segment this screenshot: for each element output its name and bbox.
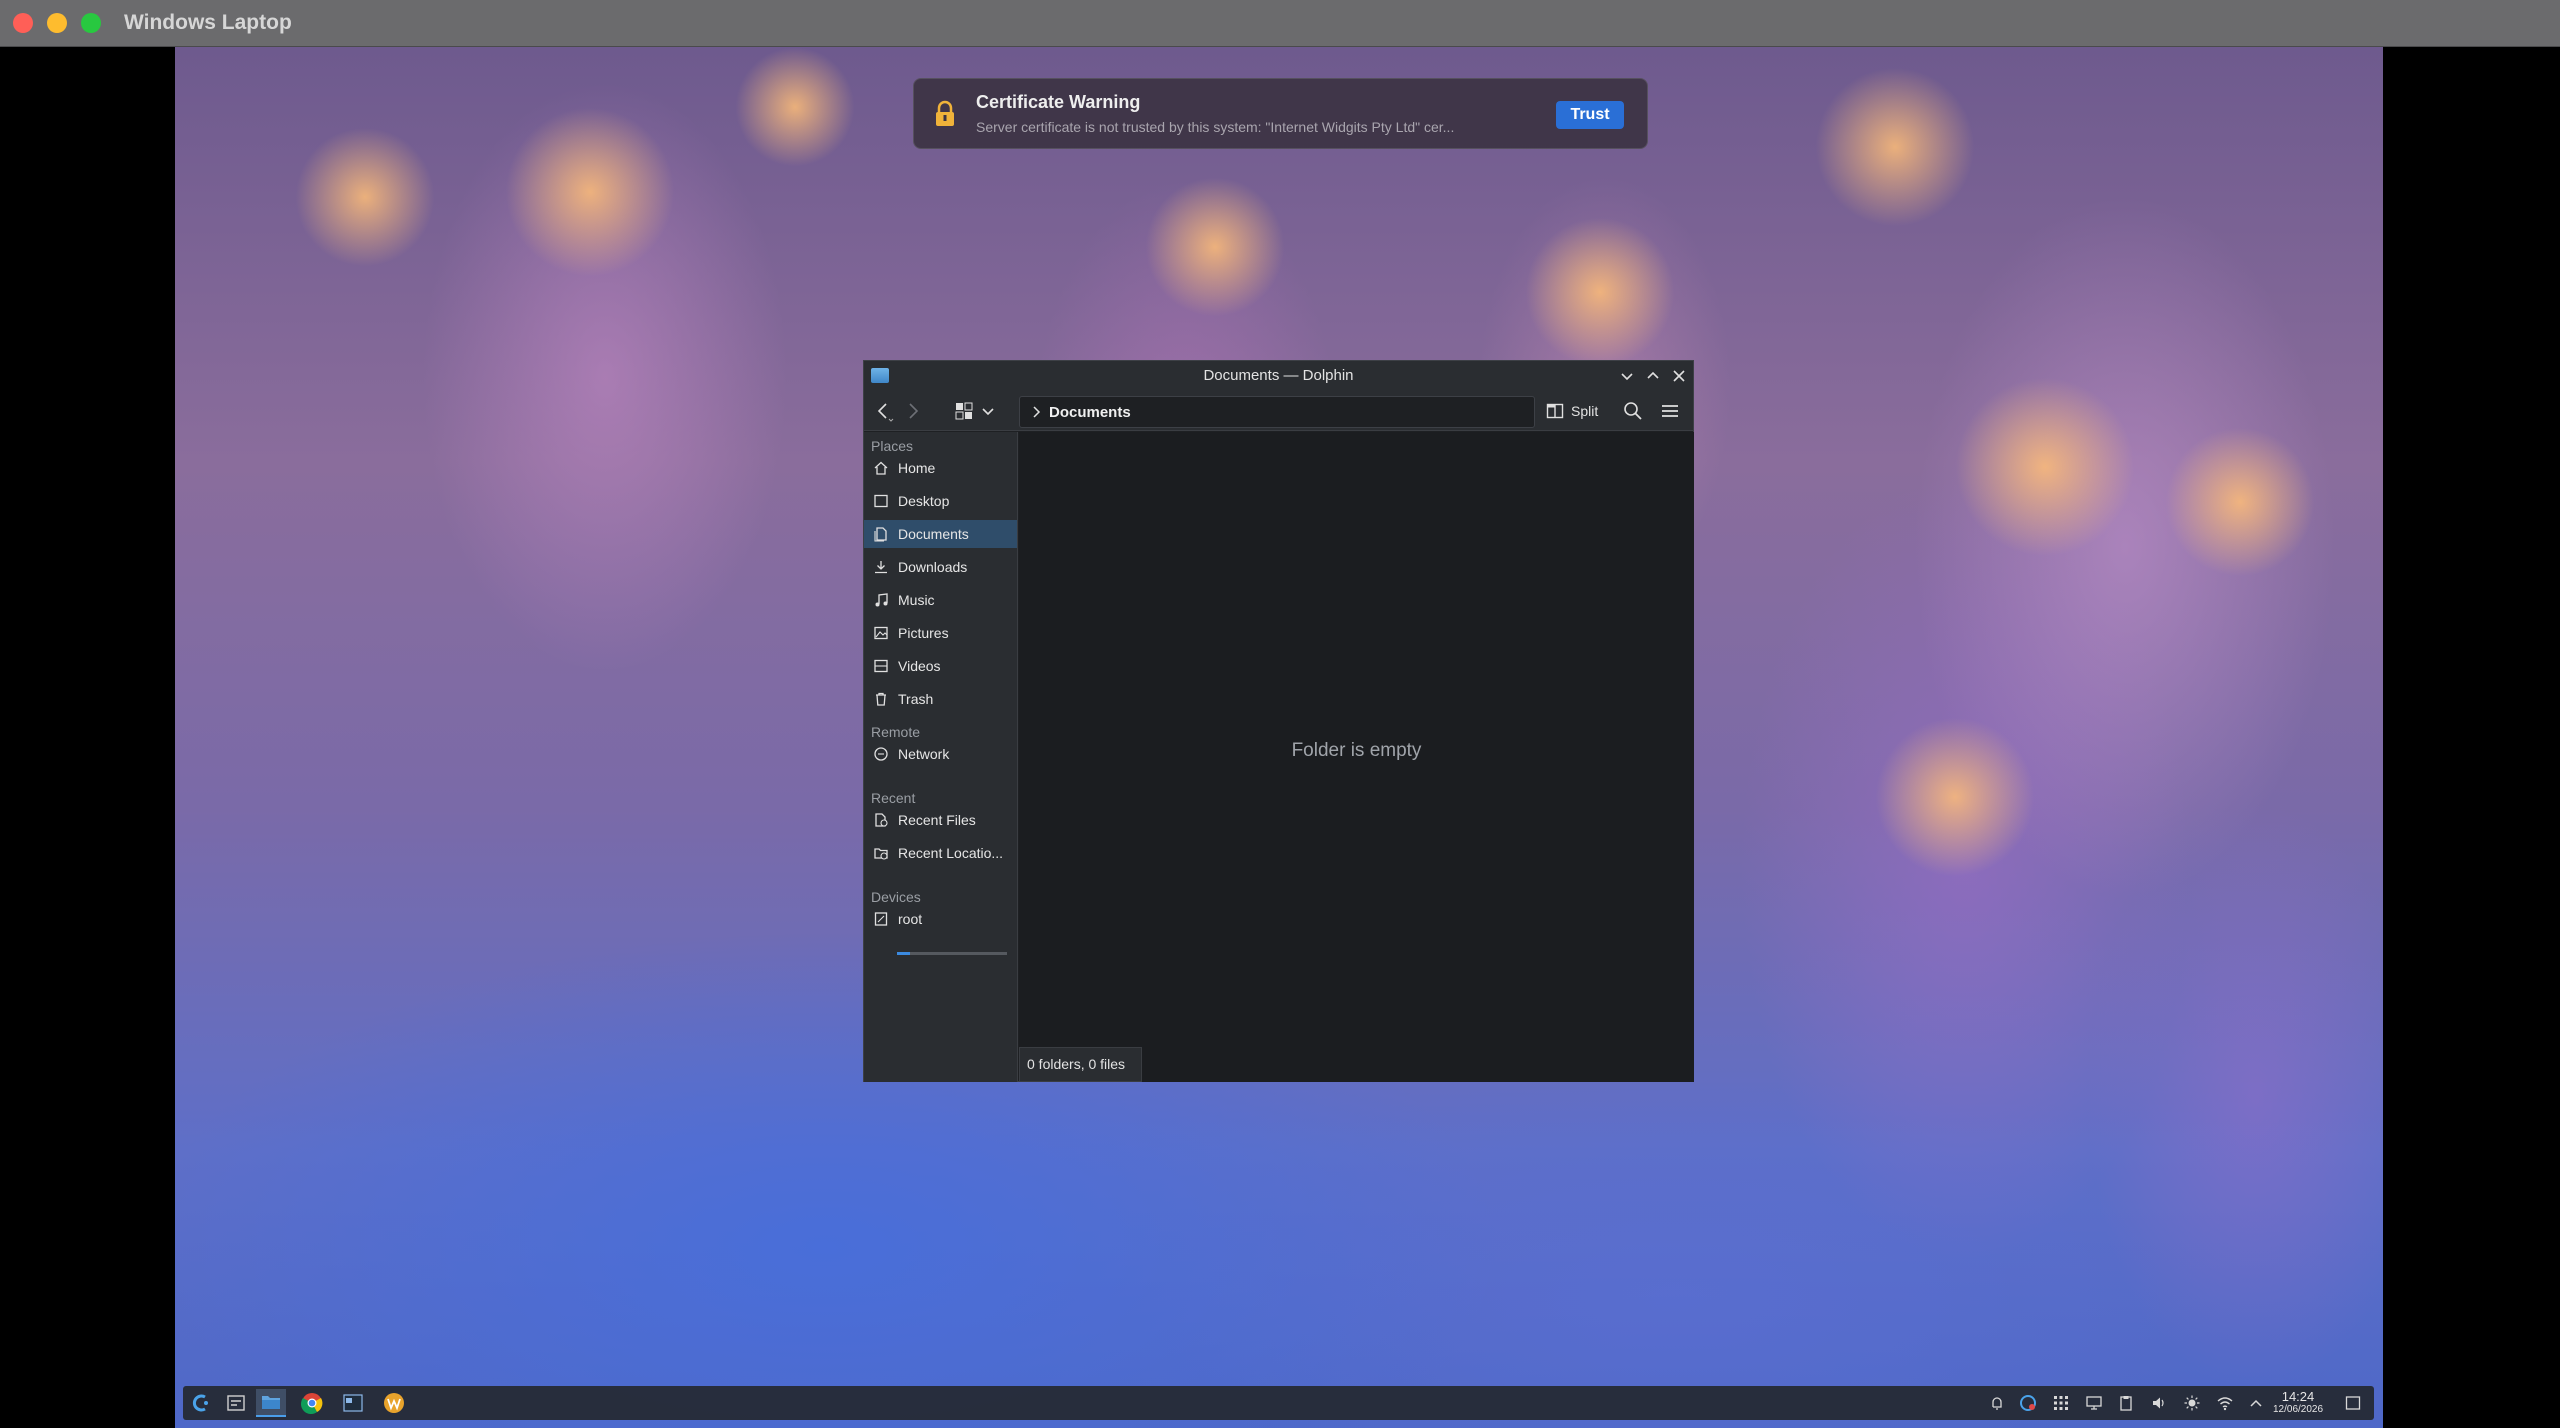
update-tray-icon[interactable] <box>2018 1393 2038 1413</box>
lock-warning-icon <box>936 100 954 126</box>
section-devices: Devices <box>871 889 921 905</box>
sidebar-item-label: Downloads <box>898 559 968 575</box>
places-sidebar: Places Home Desktop Documents Downloads … <box>864 432 1018 1082</box>
app-launcher-icon[interactable] <box>186 1389 216 1417</box>
clock-date: 12/06/2026 <box>2273 1404 2324 1415</box>
breadcrumb[interactable]: Documents <box>1019 396 1535 428</box>
recent-files-icon <box>872 811 890 829</box>
root-usage-bar <box>897 952 1007 955</box>
music-note-icon <box>872 591 890 609</box>
sidebar-item-desktop[interactable]: Desktop <box>864 487 1017 515</box>
desktop-icon <box>872 492 890 510</box>
split-label: Split <box>1571 403 1599 419</box>
host-titlebar: Windows Laptop <box>0 0 2560 47</box>
sidebar-item-downloads[interactable]: Downloads <box>864 553 1017 581</box>
sidebar-item-label: root <box>898 911 923 927</box>
dolphin-icon[interactable] <box>256 1389 286 1417</box>
hamburger-menu-icon[interactable] <box>1658 399 1682 423</box>
sidebar-item-label: Trash <box>898 691 934 707</box>
forward-icon[interactable] <box>900 399 924 423</box>
chevron-right-icon <box>1033 406 1041 418</box>
volume-tray-icon[interactable] <box>2149 1393 2169 1413</box>
sidebar-item-label: Home <box>898 460 936 476</box>
sidebar-item-recent-files[interactable]: Recent Files <box>864 806 1017 834</box>
clock-time: 14:24 <box>2281 1389 2315 1404</box>
notification-body: Server certificate is not trusted by thi… <box>976 119 1455 135</box>
sidebar-item-label: Pictures <box>898 625 949 641</box>
wifi-tray-icon[interactable] <box>2215 1393 2235 1413</box>
minimize-icon[interactable] <box>1618 367 1636 385</box>
notification-title: Certificate Warning <box>976 92 1141 112</box>
w-app-icon[interactable] <box>379 1389 409 1417</box>
dolphin-toolbar: Documents Split <box>864 391 1693 431</box>
taskbar: 14:24 12/06/2026 <box>183 1386 2374 1420</box>
grid-tray-icon[interactable] <box>2051 1393 2071 1413</box>
brightness-tray-icon[interactable] <box>2182 1393 2202 1413</box>
sidebar-item-label: Music <box>898 592 935 608</box>
sidebar-item-network[interactable]: Network <box>864 740 1017 768</box>
sidebar-item-label: Desktop <box>898 493 950 509</box>
sidebar-item-label: Recent Files <box>898 812 976 828</box>
clock[interactable]: 14:24 12/06/2026 <box>2273 1390 2323 1416</box>
sidebar-item-trash[interactable]: Trash <box>864 685 1017 713</box>
task-switcher-icon[interactable] <box>221 1389 251 1417</box>
sidebar-item-label: Videos <box>898 658 941 674</box>
sidebar-item-music[interactable]: Music <box>864 586 1017 614</box>
empty-folder-message: Folder is empty <box>1291 740 1422 761</box>
sidebar-item-home[interactable]: Home <box>864 454 1017 482</box>
display-tray-icon[interactable] <box>2084 1393 2104 1413</box>
chevron-up-icon[interactable] <box>2246 1393 2266 1413</box>
dolphin-window: Documents — Dolphin Documents Split Plac… <box>863 360 1694 1082</box>
maximize-icon[interactable] <box>1644 367 1662 385</box>
trust-button[interactable]: Trust <box>1556 101 1624 129</box>
trash-icon <box>872 690 890 708</box>
home-icon <box>872 459 890 477</box>
breadcrumb-documents[interactable]: Documents <box>1049 404 1131 421</box>
maximize-window-button[interactable] <box>81 13 101 33</box>
recent-locations-icon <box>872 844 890 862</box>
section-places: Places <box>871 438 914 454</box>
drive-icon <box>872 910 890 928</box>
view-mode-icon[interactable] <box>952 399 976 423</box>
notifications-tray-icon[interactable] <box>1987 1393 2007 1413</box>
terminal-icon[interactable] <box>338 1389 368 1417</box>
download-icon <box>872 558 890 576</box>
split-button[interactable]: Split <box>1546 399 1598 423</box>
root-usage-fill <box>897 952 911 955</box>
sidebar-item-label: Documents <box>898 526 969 542</box>
certificate-warning-notification: Certificate Warning Server certificate i… <box>913 78 1648 149</box>
chevron-down-icon[interactable] <box>976 399 1000 423</box>
network-icon <box>872 745 890 763</box>
documents-icon <box>872 525 890 543</box>
section-recent: Recent <box>871 790 916 806</box>
dolphin-window-title: Documents — Dolphin <box>1203 367 1354 384</box>
back-icon[interactable] <box>872 399 896 423</box>
show-desktop-icon[interactable] <box>2343 1393 2363 1413</box>
chrome-icon[interactable] <box>297 1389 327 1417</box>
dolphin-titlebar[interactable]: Documents — Dolphin <box>864 361 1693 391</box>
sidebar-item-root[interactable]: root <box>864 905 1017 933</box>
split-view-icon <box>1546 403 1564 419</box>
minimize-window-button[interactable] <box>47 13 67 33</box>
search-icon[interactable] <box>1621 399 1645 423</box>
file-view[interactable]: Folder is empty 0 folders, 0 files <box>1019 432 1694 1082</box>
sidebar-item-documents[interactable]: Documents <box>864 520 1017 548</box>
status-bar: 0 folders, 0 files <box>1019 1047 1142 1082</box>
clipboard-tray-icon[interactable] <box>2116 1393 2136 1413</box>
section-remote: Remote <box>871 724 921 740</box>
close-window-button[interactable] <box>13 13 33 33</box>
picture-icon <box>872 624 890 642</box>
film-icon <box>872 657 890 675</box>
host-window-title: Windows Laptop <box>124 11 292 34</box>
close-icon[interactable] <box>1670 367 1688 385</box>
sidebar-item-videos[interactable]: Videos <box>864 652 1017 680</box>
sidebar-item-pictures[interactable]: Pictures <box>864 619 1017 647</box>
sidebar-item-recent-locations[interactable]: Recent Locatio... <box>864 839 1017 867</box>
sidebar-item-label: Recent Locatio... <box>898 845 1004 861</box>
sidebar-item-label: Network <box>898 746 950 762</box>
